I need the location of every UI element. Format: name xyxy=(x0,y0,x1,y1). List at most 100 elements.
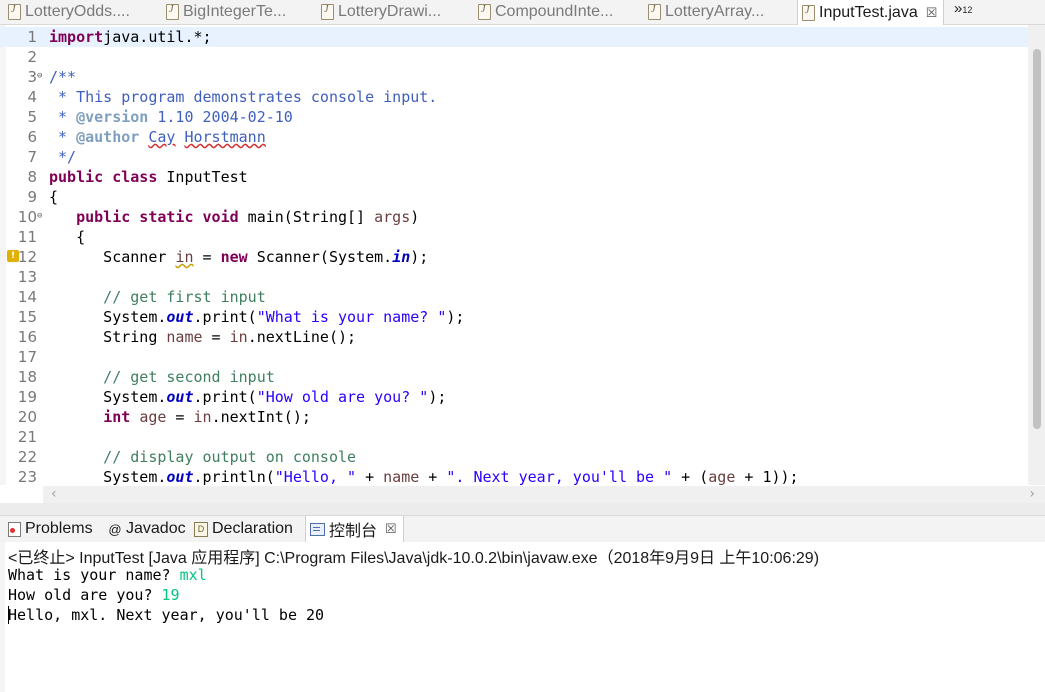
tab-compoundinterest[interactable]: CompoundInte... xyxy=(478,0,613,24)
code-token: in xyxy=(229,328,248,346)
code-token: args xyxy=(374,208,411,226)
tab-declaration[interactable]: D Declaration xyxy=(194,516,293,542)
code-line[interactable]: 9{ xyxy=(0,187,1045,207)
code-text: * @version 1.10 2004-02-10 xyxy=(49,107,293,127)
warning-icon[interactable]: ! xyxy=(7,250,19,262)
code-token: age xyxy=(708,468,736,485)
code-token: * xyxy=(49,128,77,146)
code-line[interactable]: 21 xyxy=(0,427,1045,447)
code-text: String name = in.nextLine(); xyxy=(49,327,356,347)
tab-problems[interactable]: Problems xyxy=(8,516,93,542)
code-token: * This program demonstrates console inpu… xyxy=(49,88,438,106)
code-text: * @author Cay Horstmann xyxy=(49,127,266,147)
code-token: "How old are you? " xyxy=(256,388,429,406)
line-number: 20 xyxy=(17,408,37,426)
fold-toggle-icon[interactable]: ⊖ xyxy=(37,66,42,86)
line-number: 15 xyxy=(17,308,37,326)
close-icon[interactable]: ☒ xyxy=(385,521,397,537)
close-icon[interactable]: ☒ xyxy=(926,5,938,21)
horizontal-scrollbar[interactable]: ‹ › xyxy=(43,486,1045,503)
code-token: "What is your name? " xyxy=(256,308,447,326)
code-text: /** xyxy=(49,67,76,87)
code-line[interactable]: 12! Scanner in = new Scanner(System.in); xyxy=(0,247,1045,267)
code-line[interactable]: 16 String name = in.nextLine(); xyxy=(0,327,1045,347)
code-line[interactable]: 14 // get first input xyxy=(0,287,1045,307)
panel-divider[interactable] xyxy=(0,503,1045,515)
code-token: + 1)); xyxy=(735,468,799,485)
tab-lotteryarray[interactable]: LotteryArray... xyxy=(648,0,764,24)
code-line[interactable]: 1 importjava.util.*; xyxy=(0,27,1045,47)
java-file-icon xyxy=(648,4,661,20)
code-line[interactable]: 8 public class InputTest xyxy=(0,167,1045,187)
code-editor[interactable]: 1 importjava.util.*; 2 3 ⊖/** 4 * This progra… xyxy=(0,25,1045,485)
code-line[interactable]: 11 { xyxy=(0,227,1045,247)
tab-label: Javadoc xyxy=(126,520,186,537)
scroll-left-icon[interactable]: ‹ xyxy=(51,486,57,502)
code-line[interactable]: 15 System.out.print("What is your name? … xyxy=(0,307,1045,327)
code-token: age xyxy=(139,408,167,426)
problems-icon xyxy=(8,521,21,537)
code-line[interactable]: 19 System.out.print("How old are you? ")… xyxy=(0,387,1045,407)
line-number: 9 xyxy=(27,188,37,206)
vertical-scrollbar[interactable] xyxy=(1028,25,1045,485)
code-text: * This program demonstrates console inpu… xyxy=(49,87,437,107)
code-line[interactable]: 22 // display output on console xyxy=(0,447,1045,467)
console-prompt: How old are you? xyxy=(8,586,162,604)
tab-lotteryodds[interactable]: LotteryOdds.... xyxy=(8,0,130,24)
code-token: Scanner xyxy=(49,248,176,266)
tab-console[interactable]: 控制台 ☒ xyxy=(305,516,404,542)
code-line[interactable]: 20 int age = in.nextInt(); xyxy=(0,407,1045,427)
code-token: String xyxy=(49,328,167,346)
code-line[interactable]: 18 // get second input xyxy=(0,367,1045,387)
code-token: System. xyxy=(49,468,167,485)
tab-inputtest[interactable]: InputTest.java ☒ xyxy=(797,0,945,25)
code-token: ". Next year, you'll be " xyxy=(446,468,673,485)
code-token: // get second input xyxy=(49,368,275,386)
tab-javadoc[interactable]: @ Javadoc xyxy=(108,516,186,542)
line-number: 4 xyxy=(27,88,37,106)
line-number: 6 xyxy=(27,128,37,146)
tab-lotterydrawing[interactable]: LotteryDrawi... xyxy=(321,0,441,24)
code-line[interactable]: 4 * This program demonstrates console in… xyxy=(0,87,1045,107)
fold-toggle-icon[interactable]: ⊖ xyxy=(37,206,42,226)
line-number: 11 xyxy=(17,228,37,246)
code-token: public static void xyxy=(76,208,239,226)
text-cursor xyxy=(8,606,9,624)
line-number: 17 xyxy=(17,348,37,366)
code-line[interactable]: 13 xyxy=(0,267,1045,287)
code-token: ); xyxy=(410,248,429,266)
code-token: // display output on console xyxy=(49,448,357,466)
console-output[interactable]: <已终止> InputTest [Java 应用程序] C:\Program F… xyxy=(0,542,1045,692)
code-line[interactable]: 5 * @version 1.10 2004-02-10 xyxy=(0,107,1045,127)
console-line: What is your name? mxl xyxy=(8,566,207,584)
code-line[interactable]: 23 System.out.println("Hello, " + name +… xyxy=(0,467,1045,485)
code-text: // get second input xyxy=(49,367,275,387)
tab-label: BigIntegerTe... xyxy=(183,3,287,20)
tab-label: LotteryOdds.... xyxy=(25,3,130,20)
code-token: ); xyxy=(446,308,465,326)
code-token: ) xyxy=(410,208,420,226)
code-token: name xyxy=(166,328,203,346)
code-token: .nextInt(); xyxy=(211,408,311,426)
scrollbar-thumb[interactable] xyxy=(1033,49,1041,429)
line-number: 2 xyxy=(27,48,37,66)
code-line[interactable]: 6 * @author Cay Horstmann xyxy=(0,127,1045,147)
code-line[interactable]: 3 ⊖ /** xyxy=(0,67,1045,87)
code-line[interactable]: 17 xyxy=(0,347,1045,367)
editor-tab-bar: LotteryOdds.... BigIntegerTe... LotteryD… xyxy=(0,0,1045,25)
code-line[interactable]: 2 xyxy=(0,47,1045,67)
code-token: public class xyxy=(49,168,158,186)
java-file-icon xyxy=(478,4,491,20)
scroll-right-icon[interactable]: › xyxy=(1029,486,1035,502)
java-file-icon xyxy=(8,4,21,20)
tab-bigintegertest[interactable]: BigIntegerTe... xyxy=(166,0,286,24)
code-line[interactable]: 10 ⊖ public static void main(String[] arg… xyxy=(0,207,1045,227)
code-line[interactable]: 7 */ xyxy=(0,147,1045,167)
tab-label: Problems xyxy=(25,520,93,537)
code-token: main(String[] xyxy=(238,208,375,226)
tab-label: CompoundInte... xyxy=(495,3,614,20)
code-token: InputTest xyxy=(157,168,248,186)
tab-overflow-button[interactable]: »12 xyxy=(954,0,972,17)
